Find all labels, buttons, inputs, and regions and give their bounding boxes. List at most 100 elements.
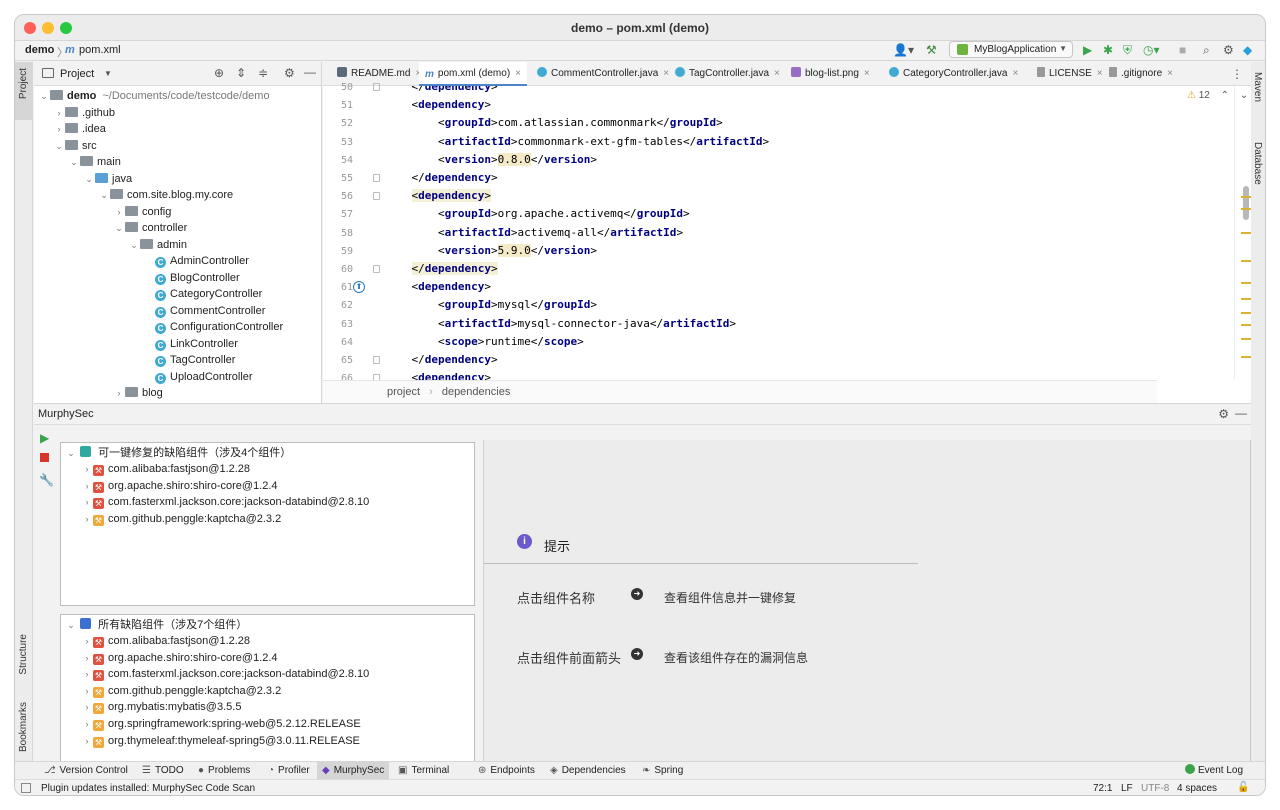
vulnerable-component[interactable]: › ⚒ com.fasterxml.jackson.core:jackson-dat… xyxy=(81,494,369,510)
nav-file[interactable]: pom.xml xyxy=(79,44,121,56)
fold-marker-icon[interactable] xyxy=(373,174,380,182)
indent-setting[interactable]: 4 spaces xyxy=(1177,783,1217,794)
chevron-right-icon[interactable]: › xyxy=(81,461,93,477)
close-icon[interactable]: × xyxy=(864,68,870,79)
component-name[interactable]: org.apache.shiro:shiro-core@1.2.4 xyxy=(108,652,278,664)
tool-tab[interactable]: ❧ Spring xyxy=(637,762,688,780)
tool-tab[interactable]: ◆ MurphySec xyxy=(317,762,390,780)
tool-tab[interactable]: ◈ Dependencies xyxy=(545,762,631,780)
editor-scrollbar[interactable] xyxy=(1234,86,1235,380)
warning-marker[interactable] xyxy=(1241,298,1251,300)
component-name[interactable]: org.springframework:spring-web@5.2.12.RE… xyxy=(108,718,361,730)
component-name[interactable]: com.github.penggle:kaptcha@2.3.2 xyxy=(108,685,281,697)
tree-item[interactable]: ⌄ src xyxy=(53,138,97,154)
expand-all-icon[interactable]: ⇕ xyxy=(236,66,246,80)
chevron-right-icon[interactable]: › xyxy=(81,683,93,699)
chevron-right-icon[interactable]: › xyxy=(81,478,93,494)
chevron-down-icon[interactable]: ⌄ xyxy=(1240,90,1248,101)
component-name[interactable]: com.github.penggle:kaptcha@2.3.2 xyxy=(108,513,281,525)
structure-tool-label[interactable]: Structure xyxy=(18,634,29,675)
tree-item[interactable]: › config xyxy=(113,204,171,220)
warning-marker[interactable] xyxy=(1241,260,1251,262)
vulnerable-component[interactable]: › ⚒ com.github.penggle:kaptcha@2.3.2 xyxy=(81,511,281,527)
minimize-icon[interactable]: — xyxy=(304,65,316,79)
chevron-right-icon[interactable]: › xyxy=(81,511,93,527)
chevron-right-icon[interactable]: › xyxy=(53,105,65,121)
fold-marker-icon[interactable] xyxy=(373,192,380,201)
run-configuration-select[interactable]: MyBlogApplication ▼ xyxy=(949,41,1073,58)
tool-tab[interactable]: ● Problems xyxy=(193,762,255,780)
chevron-down-icon[interactable]: ⌄ xyxy=(113,220,125,236)
chevron-right-icon[interactable]: › xyxy=(113,204,125,220)
component-name[interactable]: org.thymeleaf:thymeleaf-spring5@3.0.11.R… xyxy=(108,735,360,747)
chevron-down-icon[interactable]: ⌄ xyxy=(83,171,95,187)
vulnerable-component[interactable]: › ⚒ org.springframework:spring-web@5.2.12.… xyxy=(81,716,361,732)
build-hammer-icon[interactable]: ⚒ xyxy=(926,43,937,57)
tree-item[interactable]: › blog xyxy=(113,385,163,401)
breadcrumb-dependencies[interactable]: dependencies xyxy=(442,386,511,398)
nav-project[interactable]: demo xyxy=(25,44,54,56)
stop-icon[interactable]: ■ xyxy=(1179,43,1186,57)
tree-item[interactable]: ⌄ java xyxy=(83,171,132,187)
wrench-icon[interactable]: 🔧 xyxy=(39,473,54,487)
tree-item[interactable]: C CategoryController xyxy=(143,286,262,302)
chevron-right-icon[interactable]: › xyxy=(81,716,93,732)
plugin-logo-icon[interactable]: ◆ xyxy=(1243,43,1252,57)
more-tabs-icon[interactable]: ⋮ xyxy=(1231,67,1243,81)
chevron-down-icon[interactable]: ▼ xyxy=(104,69,112,78)
gear-icon[interactable]: ⚙ xyxy=(1223,43,1234,57)
tree-item[interactable]: › .idea xyxy=(53,121,106,137)
fold-marker-icon[interactable] xyxy=(373,356,380,364)
chevron-right-icon[interactable]: › xyxy=(81,494,93,510)
warning-marker[interactable] xyxy=(1241,312,1251,314)
chevron-down-icon[interactable]: ⌄ xyxy=(53,138,65,154)
vulnerable-component[interactable]: › ⚒ com.alibaba:fastjson@1.2.28 xyxy=(81,633,250,649)
vulnerable-component[interactable]: › ⚒ org.apache.shiro:shiro-core@1.2.4 xyxy=(81,650,278,666)
editor-tab[interactable]: .gitignore × xyxy=(1103,62,1179,86)
chevron-up-icon[interactable]: ⌃ xyxy=(1221,90,1229,101)
warning-marker[interactable] xyxy=(1241,196,1251,198)
scrollbar-thumb[interactable] xyxy=(1243,186,1249,220)
line-separator[interactable]: LF xyxy=(1121,783,1133,794)
component-name[interactable]: com.alibaba:fastjson@1.2.28 xyxy=(108,635,250,647)
tree-item[interactable]: C TagController xyxy=(143,352,235,368)
fixable-group-header[interactable]: ⌄ 可一键修复的缺陷组件（涉及4个组件） xyxy=(65,445,291,461)
gear-icon[interactable]: ⚙ xyxy=(1218,407,1229,421)
user-icon[interactable]: 👤▾ xyxy=(893,43,914,57)
profile-icon[interactable]: ◷▾ xyxy=(1143,43,1160,57)
chevron-down-icon[interactable]: ⌄ xyxy=(38,88,50,104)
tree-item[interactable]: C AdminController xyxy=(143,253,249,269)
splitter[interactable] xyxy=(60,606,475,614)
warning-marker[interactable] xyxy=(1241,208,1251,210)
warning-marker[interactable] xyxy=(1241,282,1251,284)
breadcrumb-project[interactable]: project xyxy=(387,386,420,398)
layout-icon[interactable] xyxy=(21,783,31,793)
tree-item[interactable]: ⌄ main xyxy=(68,154,121,170)
dependency-update-icon[interactable]: ⬆ xyxy=(353,281,365,294)
minimize-icon[interactable]: — xyxy=(1235,406,1247,420)
close-icon[interactable]: × xyxy=(515,68,521,79)
tree-item[interactable]: C BlogController xyxy=(143,270,240,286)
vulnerable-component[interactable]: › ⚒ com.fasterxml.jackson.core:jackson-dat… xyxy=(81,666,369,682)
tree-item[interactable]: › .github xyxy=(53,105,115,121)
tree-item[interactable]: C ConfigurationController xyxy=(143,319,283,335)
coverage-icon[interactable]: ⛨ xyxy=(1123,43,1132,58)
chevron-down-icon[interactable]: ⌄ xyxy=(128,237,140,253)
editor-tab[interactable]: LICENSE × xyxy=(1031,62,1109,86)
project-tool-tab[interactable]: Project xyxy=(15,62,33,120)
file-encoding[interactable]: UTF-8 xyxy=(1141,783,1169,794)
chevron-right-icon[interactable]: › xyxy=(81,633,93,649)
close-icon[interactable]: × xyxy=(1013,68,1019,79)
chevron-down-icon[interactable]: ⌄ xyxy=(68,154,80,170)
tool-tab[interactable]: ◔ Profiler xyxy=(263,762,315,780)
search-icon[interactable]: ⌕ xyxy=(1203,43,1210,58)
stop-icon[interactable] xyxy=(40,453,49,462)
component-name[interactable]: com.fasterxml.jackson.core:jackson-datab… xyxy=(108,668,369,680)
tree-item[interactable]: ⌄ demo ~/Documents/code/testcode/demo xyxy=(38,88,270,104)
scan-run-icon[interactable]: ▶ xyxy=(40,431,49,445)
debug-icon[interactable]: ✱ xyxy=(1103,43,1113,57)
tool-tab[interactable]: ⊛ Endpoints xyxy=(473,762,540,780)
warning-marker[interactable] xyxy=(1241,324,1251,326)
warning-marker[interactable] xyxy=(1241,356,1251,358)
gear-icon[interactable]: ⚙ xyxy=(284,66,295,80)
